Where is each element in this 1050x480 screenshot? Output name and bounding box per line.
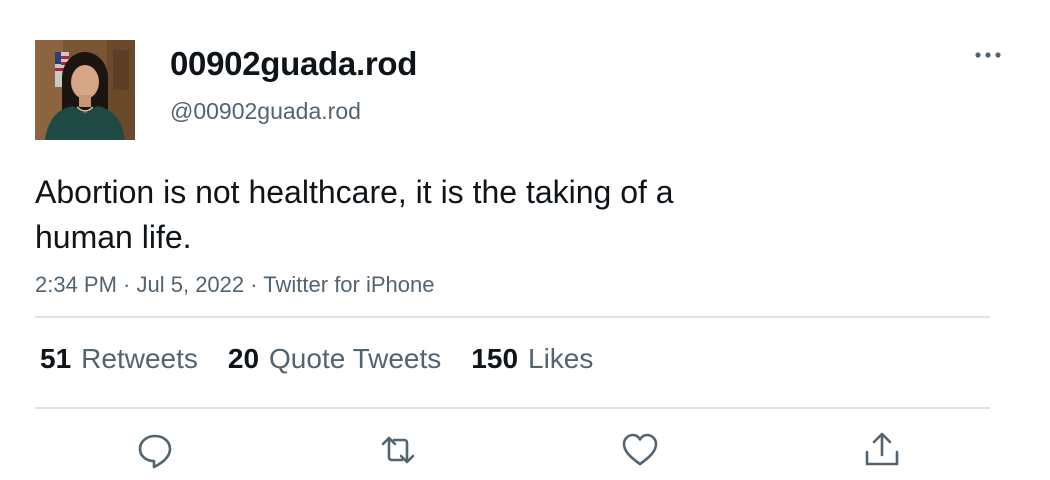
retweets-stat[interactable]: 51 Retweets: [40, 342, 198, 376]
tweet-text: Abortion is not healthcare, it is the ta…: [35, 174, 674, 255]
display-name[interactable]: 00902guada.rod: [170, 45, 417, 83]
quote-tweets-stat[interactable]: 20 Quote Tweets: [228, 342, 441, 376]
avatar[interactable]: [35, 40, 135, 140]
engagement-stats: 51 Retweets 20 Quote Tweets 150 Likes: [40, 342, 623, 376]
retweets-count: 51: [40, 343, 72, 374]
divider: [35, 316, 990, 318]
avatar-photo-icon: [35, 40, 135, 140]
quote-tweets-label: Quote Tweets: [269, 343, 442, 374]
retweets-label: Retweets: [81, 343, 198, 374]
more-options-button[interactable]: [968, 45, 1008, 69]
like-icon: [622, 433, 658, 466]
likes-label: Likes: [528, 343, 594, 374]
more-icon: [975, 52, 1001, 58]
tweet-date[interactable]: Jul 5, 2022: [137, 272, 245, 297]
tweet-time[interactable]: 2:34 PM: [35, 272, 117, 297]
divider: [35, 407, 990, 409]
tweet-source[interactable]: Twitter for iPhone: [263, 272, 434, 297]
tweet-metadata: 2:34 PM · Jul 5, 2022 · Twitter for iPho…: [35, 270, 434, 300]
likes-count: 150: [471, 343, 519, 374]
like-button[interactable]: [620, 430, 660, 470]
retweet-icon: [381, 436, 415, 464]
share-button[interactable]: [862, 430, 902, 470]
tweet-card: 00902guada.rod @00902guada.rod Abortion …: [0, 0, 1050, 480]
meta-separator: ·: [116, 272, 137, 297]
share-icon: [865, 432, 899, 466]
reply-button[interactable]: [135, 430, 175, 470]
meta-separator: ·: [244, 272, 264, 297]
likes-stat[interactable]: 150 Likes: [471, 342, 593, 376]
reply-icon: [138, 434, 172, 469]
quote-tweets-count: 20: [227, 343, 260, 374]
user-handle[interactable]: @00902guada.rod: [170, 97, 361, 125]
retweet-button[interactable]: [378, 430, 418, 470]
